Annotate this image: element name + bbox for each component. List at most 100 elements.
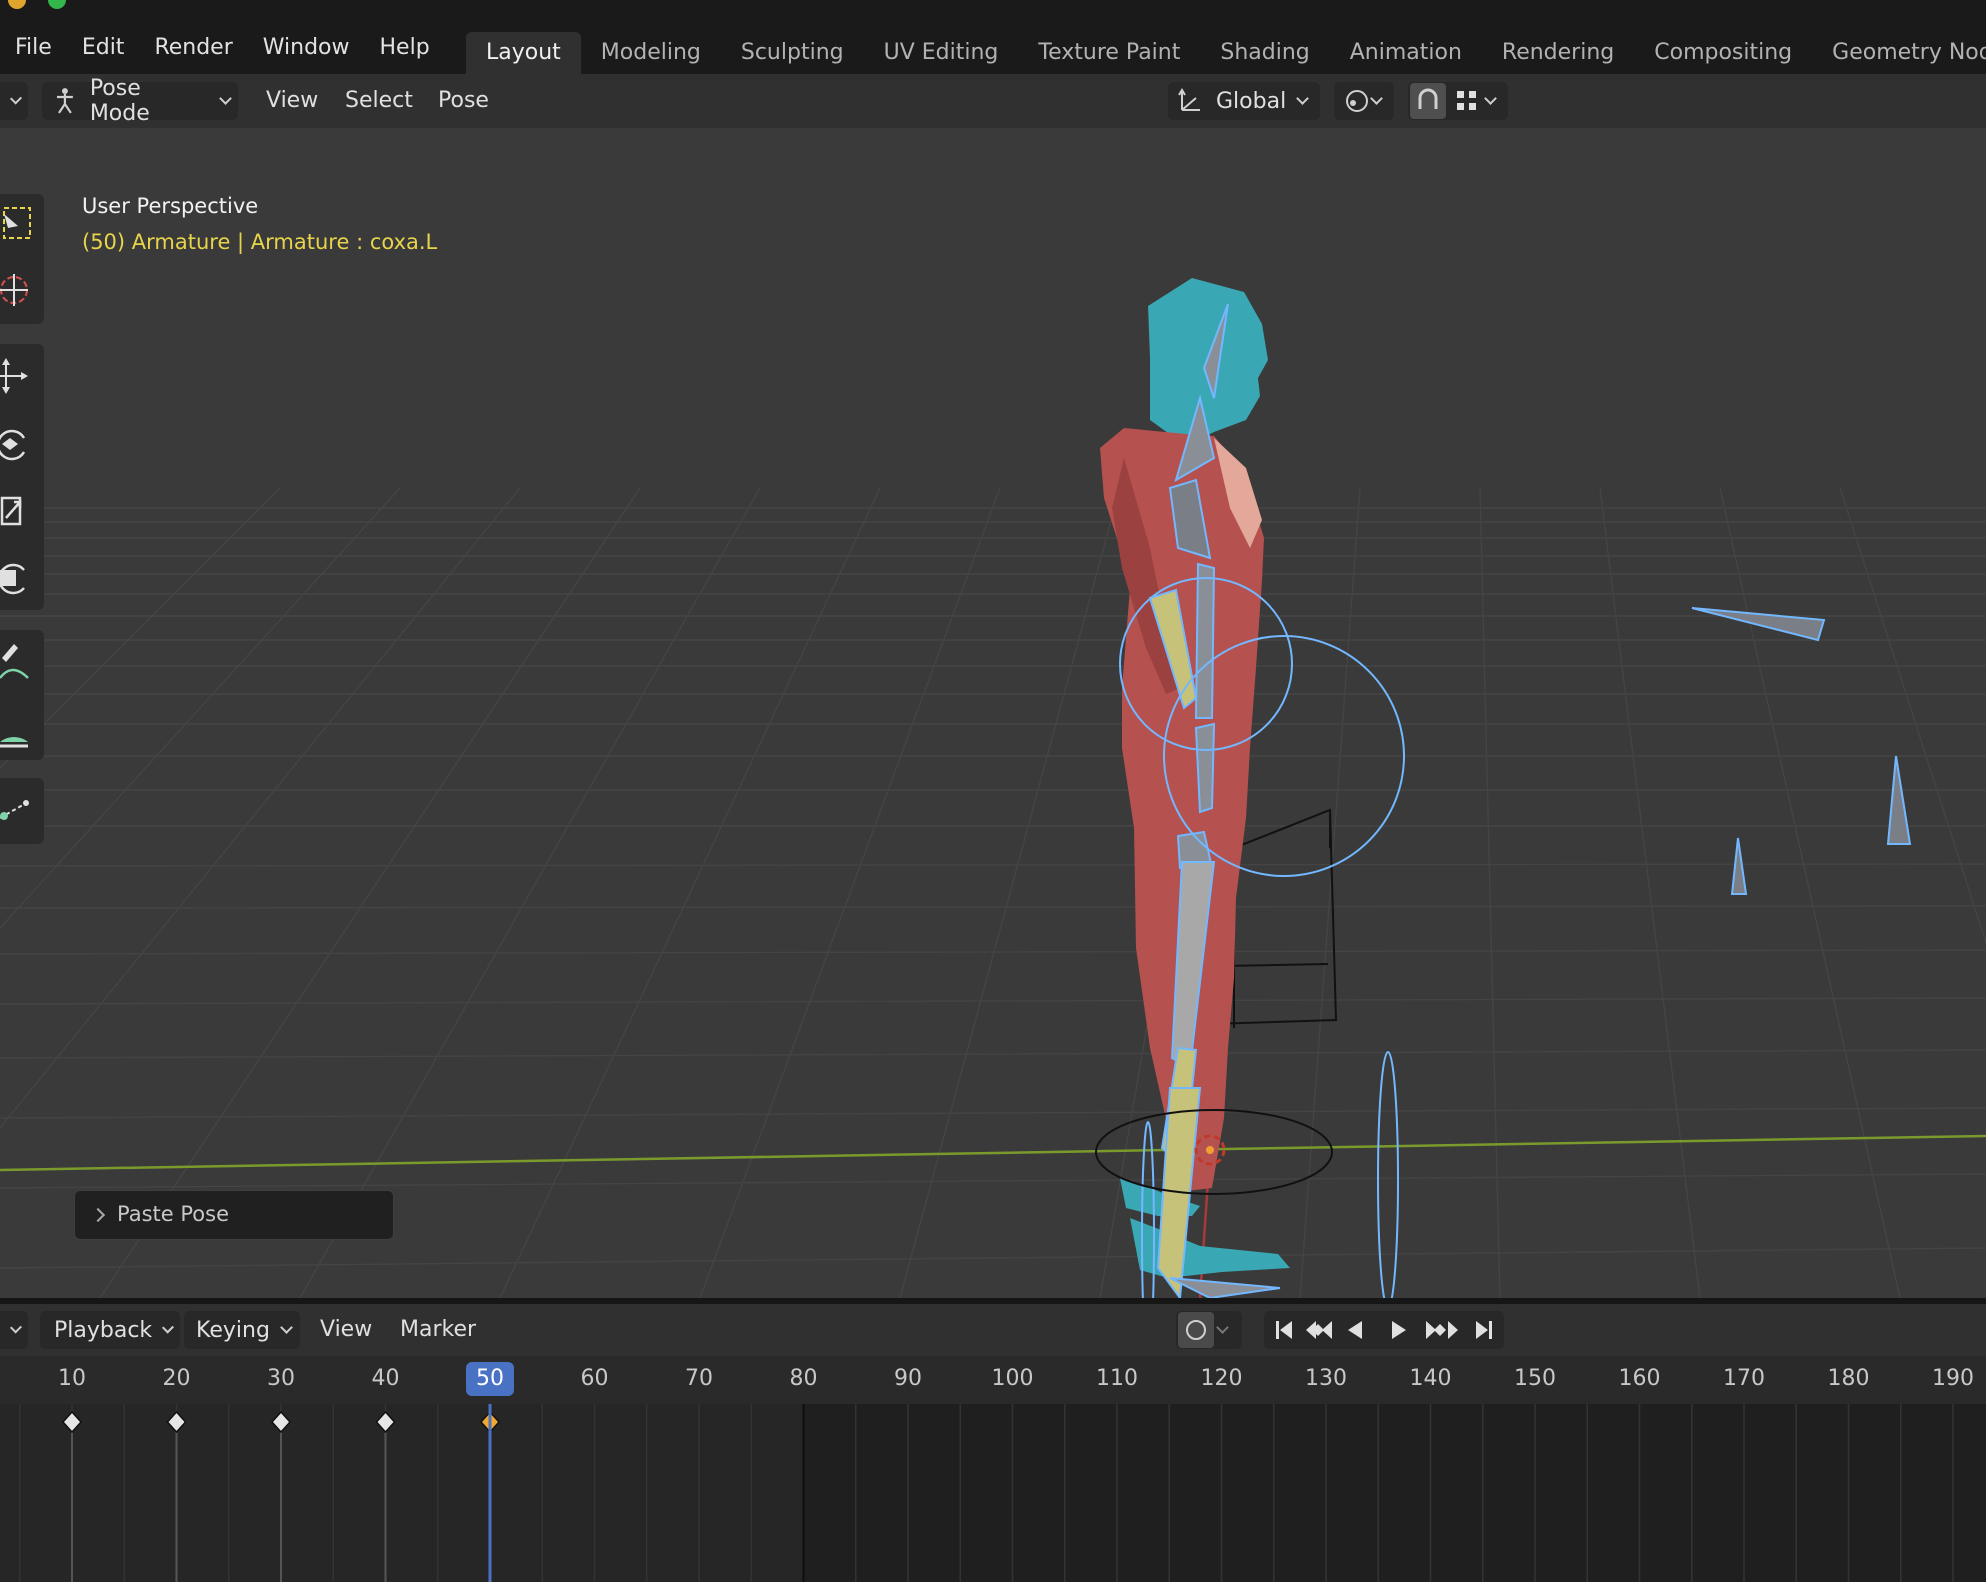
- chevron-down-icon: [162, 1321, 175, 1334]
- editor-type-button[interactable]: [0, 82, 28, 120]
- keyframe-diamond: [375, 1410, 396, 1434]
- annotate-tool[interactable]: [0, 634, 40, 690]
- frame-label: 80: [789, 1366, 818, 1391]
- transform-tool[interactable]: [0, 550, 40, 606]
- window-zoom-button[interactable]: [48, 0, 66, 9]
- transform-tools-group: [0, 344, 44, 610]
- current-frame-indicator[interactable]: 50: [466, 1362, 514, 1396]
- bone-tools-group: [0, 778, 44, 844]
- chevron-down-icon: [280, 1321, 293, 1334]
- tab-sculpting[interactable]: Sculpting: [721, 32, 864, 74]
- measure-icon: [0, 736, 28, 748]
- play-button[interactable]: [1384, 1314, 1418, 1346]
- tab-uv-editing[interactable]: UV Editing: [864, 32, 1019, 74]
- chevron-down-icon: [9, 92, 23, 105]
- frame-label: 160: [1618, 1366, 1661, 1391]
- orientation-icon: [1178, 88, 1200, 111]
- frame-label: 60: [580, 1366, 609, 1391]
- tab-compositing[interactable]: Compositing: [1634, 32, 1812, 74]
- tab-shading[interactable]: Shading: [1200, 32, 1329, 74]
- jump-to-previous-keyframe-button[interactable]: [1306, 1314, 1344, 1346]
- viewport-header: Pose Mode View Select Pose Global: [0, 74, 1986, 128]
- timeline-keyframe-area[interactable]: [0, 1404, 1986, 1582]
- frame-label: 130: [1305, 1366, 1347, 1391]
- viewport-perspective-label: User Perspective: [82, 194, 259, 218]
- keying-menu-label: Keying: [196, 1317, 270, 1343]
- frame-label: 120: [1200, 1366, 1243, 1391]
- menu-help[interactable]: Help: [365, 28, 445, 68]
- floating-bone: [1886, 755, 1912, 845]
- menu-pose[interactable]: Pose: [438, 82, 489, 120]
- chevron-down-icon: [1484, 92, 1497, 105]
- jump-to-start-button[interactable]: [1270, 1314, 1302, 1346]
- play-reverse-button[interactable]: [1346, 1314, 1380, 1346]
- move-tool[interactable]: [0, 348, 40, 404]
- keying-menu[interactable]: Keying: [184, 1311, 300, 1349]
- snapping-controls[interactable]: [1408, 82, 1508, 120]
- workspace-tabs: Layout Modeling Sculpting UV Editing Tex…: [466, 32, 1986, 74]
- frame-label: 190: [1932, 1366, 1974, 1391]
- chevron-down-icon: [9, 1321, 23, 1334]
- frame-label: 180: [1827, 1366, 1870, 1391]
- scale-icon: [0, 496, 22, 526]
- tab-layout[interactable]: Layout: [466, 32, 581, 74]
- relax-pose-tool[interactable]: [0, 782, 40, 838]
- timeline-menu-marker[interactable]: Marker: [400, 1311, 476, 1349]
- timeline-menu-view[interactable]: View: [320, 1311, 372, 1349]
- record-icon: [1178, 1312, 1214, 1348]
- timeline-frame-ruler[interactable]: 10 20 30 40 60 70 80 90 100 110 120 130 140 150 160 170…: [0, 1356, 1986, 1404]
- timeline-editor-type-button[interactable]: [0, 1311, 28, 1349]
- menu-edit[interactable]: Edit: [67, 28, 140, 68]
- frame-label: 10: [58, 1366, 86, 1391]
- menu-file[interactable]: File: [0, 28, 67, 68]
- window-minimize-button[interactable]: [8, 0, 26, 9]
- pivot-point-selector[interactable]: [1334, 82, 1394, 120]
- menu-render[interactable]: Render: [139, 28, 247, 68]
- transform-icon: [0, 563, 25, 595]
- keyframe-diamond: [61, 1410, 83, 1434]
- transform-orientation-label: Global: [1216, 88, 1287, 114]
- auto-keying-toggle[interactable]: [1176, 1311, 1242, 1349]
- pose-mode-icon: [56, 88, 73, 114]
- mode-selector-label: Pose Mode: [89, 76, 150, 126]
- chevron-down-icon: [1370, 92, 1383, 105]
- frame-label: 110: [1096, 1366, 1138, 1391]
- menu-view[interactable]: View: [266, 82, 318, 120]
- cursor-icon: [0, 274, 28, 306]
- snap-magnet-icon[interactable]: [1410, 83, 1446, 119]
- tab-animation[interactable]: Animation: [1330, 32, 1482, 74]
- frame-label: 40: [371, 1366, 400, 1391]
- jump-to-end-button[interactable]: [1464, 1314, 1498, 1346]
- menu-window[interactable]: Window: [248, 28, 365, 68]
- timeline-header: Playback Keying View Marker: [0, 1304, 1986, 1356]
- frame-label: 70: [685, 1366, 713, 1391]
- x-axis-line: [0, 1134, 1986, 1172]
- keyframe-diamond: [270, 1410, 292, 1434]
- cursor-tool[interactable]: [0, 262, 40, 318]
- rotate-tool[interactable]: [0, 416, 40, 472]
- mode-selector[interactable]: Pose Mode: [42, 76, 238, 126]
- top-bar: File Edit Render Window Help Layout Mode…: [0, 0, 1986, 74]
- active-selection-info: (50) Armature | Armature : coxa.L: [82, 230, 438, 254]
- jump-to-next-keyframe-button[interactable]: [1422, 1314, 1460, 1346]
- menu-select[interactable]: Select: [345, 82, 413, 120]
- 3d-viewport[interactable]: User Perspective (50) Armature | Armatur…: [0, 128, 1986, 1298]
- last-operator-panel[interactable]: Paste Pose: [74, 1190, 394, 1240]
- tab-modeling[interactable]: Modeling: [581, 32, 721, 74]
- tab-geometry-nodes[interactable]: Geometry Nodes: [1812, 32, 1986, 74]
- main-menu: File Edit Render Window Help: [0, 28, 445, 68]
- frame-label: 30: [267, 1366, 295, 1391]
- snap-grid-icon[interactable]: [1452, 86, 1482, 116]
- select-box-tool[interactable]: [0, 198, 40, 254]
- playback-menu[interactable]: Playback: [40, 1311, 180, 1349]
- scale-tool[interactable]: [0, 484, 40, 540]
- frame-label: 170: [1723, 1366, 1765, 1391]
- tab-texture-paint[interactable]: Texture Paint: [1018, 32, 1200, 74]
- tab-rendering[interactable]: Rendering: [1482, 32, 1634, 74]
- measure-tool[interactable]: [0, 700, 40, 756]
- transform-orientation-selector[interactable]: Global: [1168, 82, 1320, 120]
- pose-tool-icon: [0, 800, 29, 820]
- floating-bone: [1730, 837, 1748, 895]
- annotate-pencil-icon: [0, 644, 29, 679]
- frame-label: 100: [991, 1366, 1034, 1391]
